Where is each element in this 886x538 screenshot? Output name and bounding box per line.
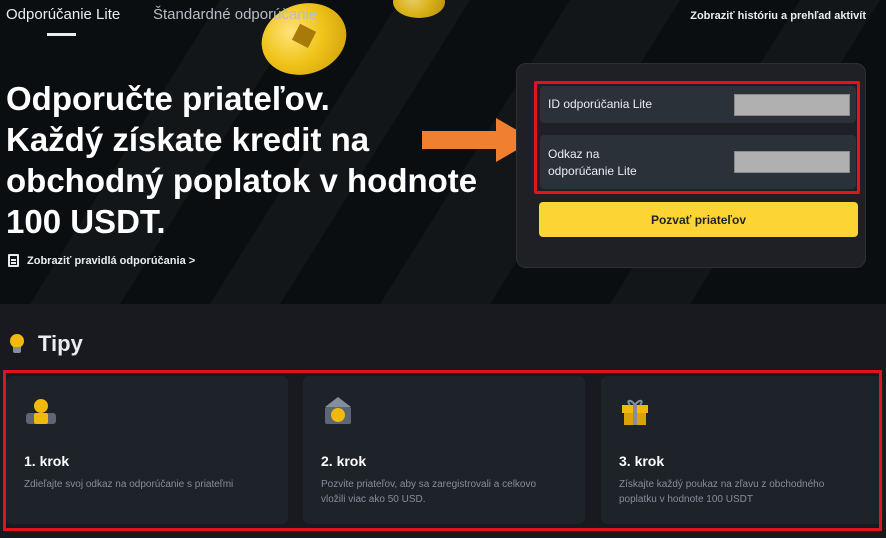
document-icon (8, 254, 19, 267)
arrow-shaft (422, 131, 500, 149)
tab-lite-referral[interactable]: Odporúčanie Lite (6, 6, 120, 23)
headline-line: Odporučte priateľov. (6, 80, 330, 117)
tab-bar: Odporúčanie Lite Štandardné odporúčanie … (0, 0, 886, 40)
headline-line: 100 USDT. (6, 203, 166, 240)
active-tab-indicator (47, 33, 76, 36)
referral-rules-link[interactable]: Zobraziť pravidlá odporúčania > (8, 254, 195, 267)
tips-heading: Tipy (8, 331, 83, 357)
headline-line: obchodný poplatok v hodnote (6, 162, 478, 199)
lightbulb-glass (10, 334, 24, 348)
tips-title: Tipy (38, 331, 83, 356)
referral-rules-label: Zobraziť pravidlá odporúčania > (27, 254, 196, 267)
lightbulb-icon (8, 332, 26, 356)
invite-friends-button[interactable]: Pozvať priateľov (539, 202, 858, 237)
highlight-annotation-box (534, 81, 860, 194)
highlight-annotation-box (3, 370, 882, 531)
lightbulb-base (13, 347, 21, 353)
history-overview-link[interactable]: Zobraziť históriu a prehľad aktivít (690, 10, 866, 22)
tab-standard-referral[interactable]: Štandardné odporúčanie (153, 6, 317, 23)
